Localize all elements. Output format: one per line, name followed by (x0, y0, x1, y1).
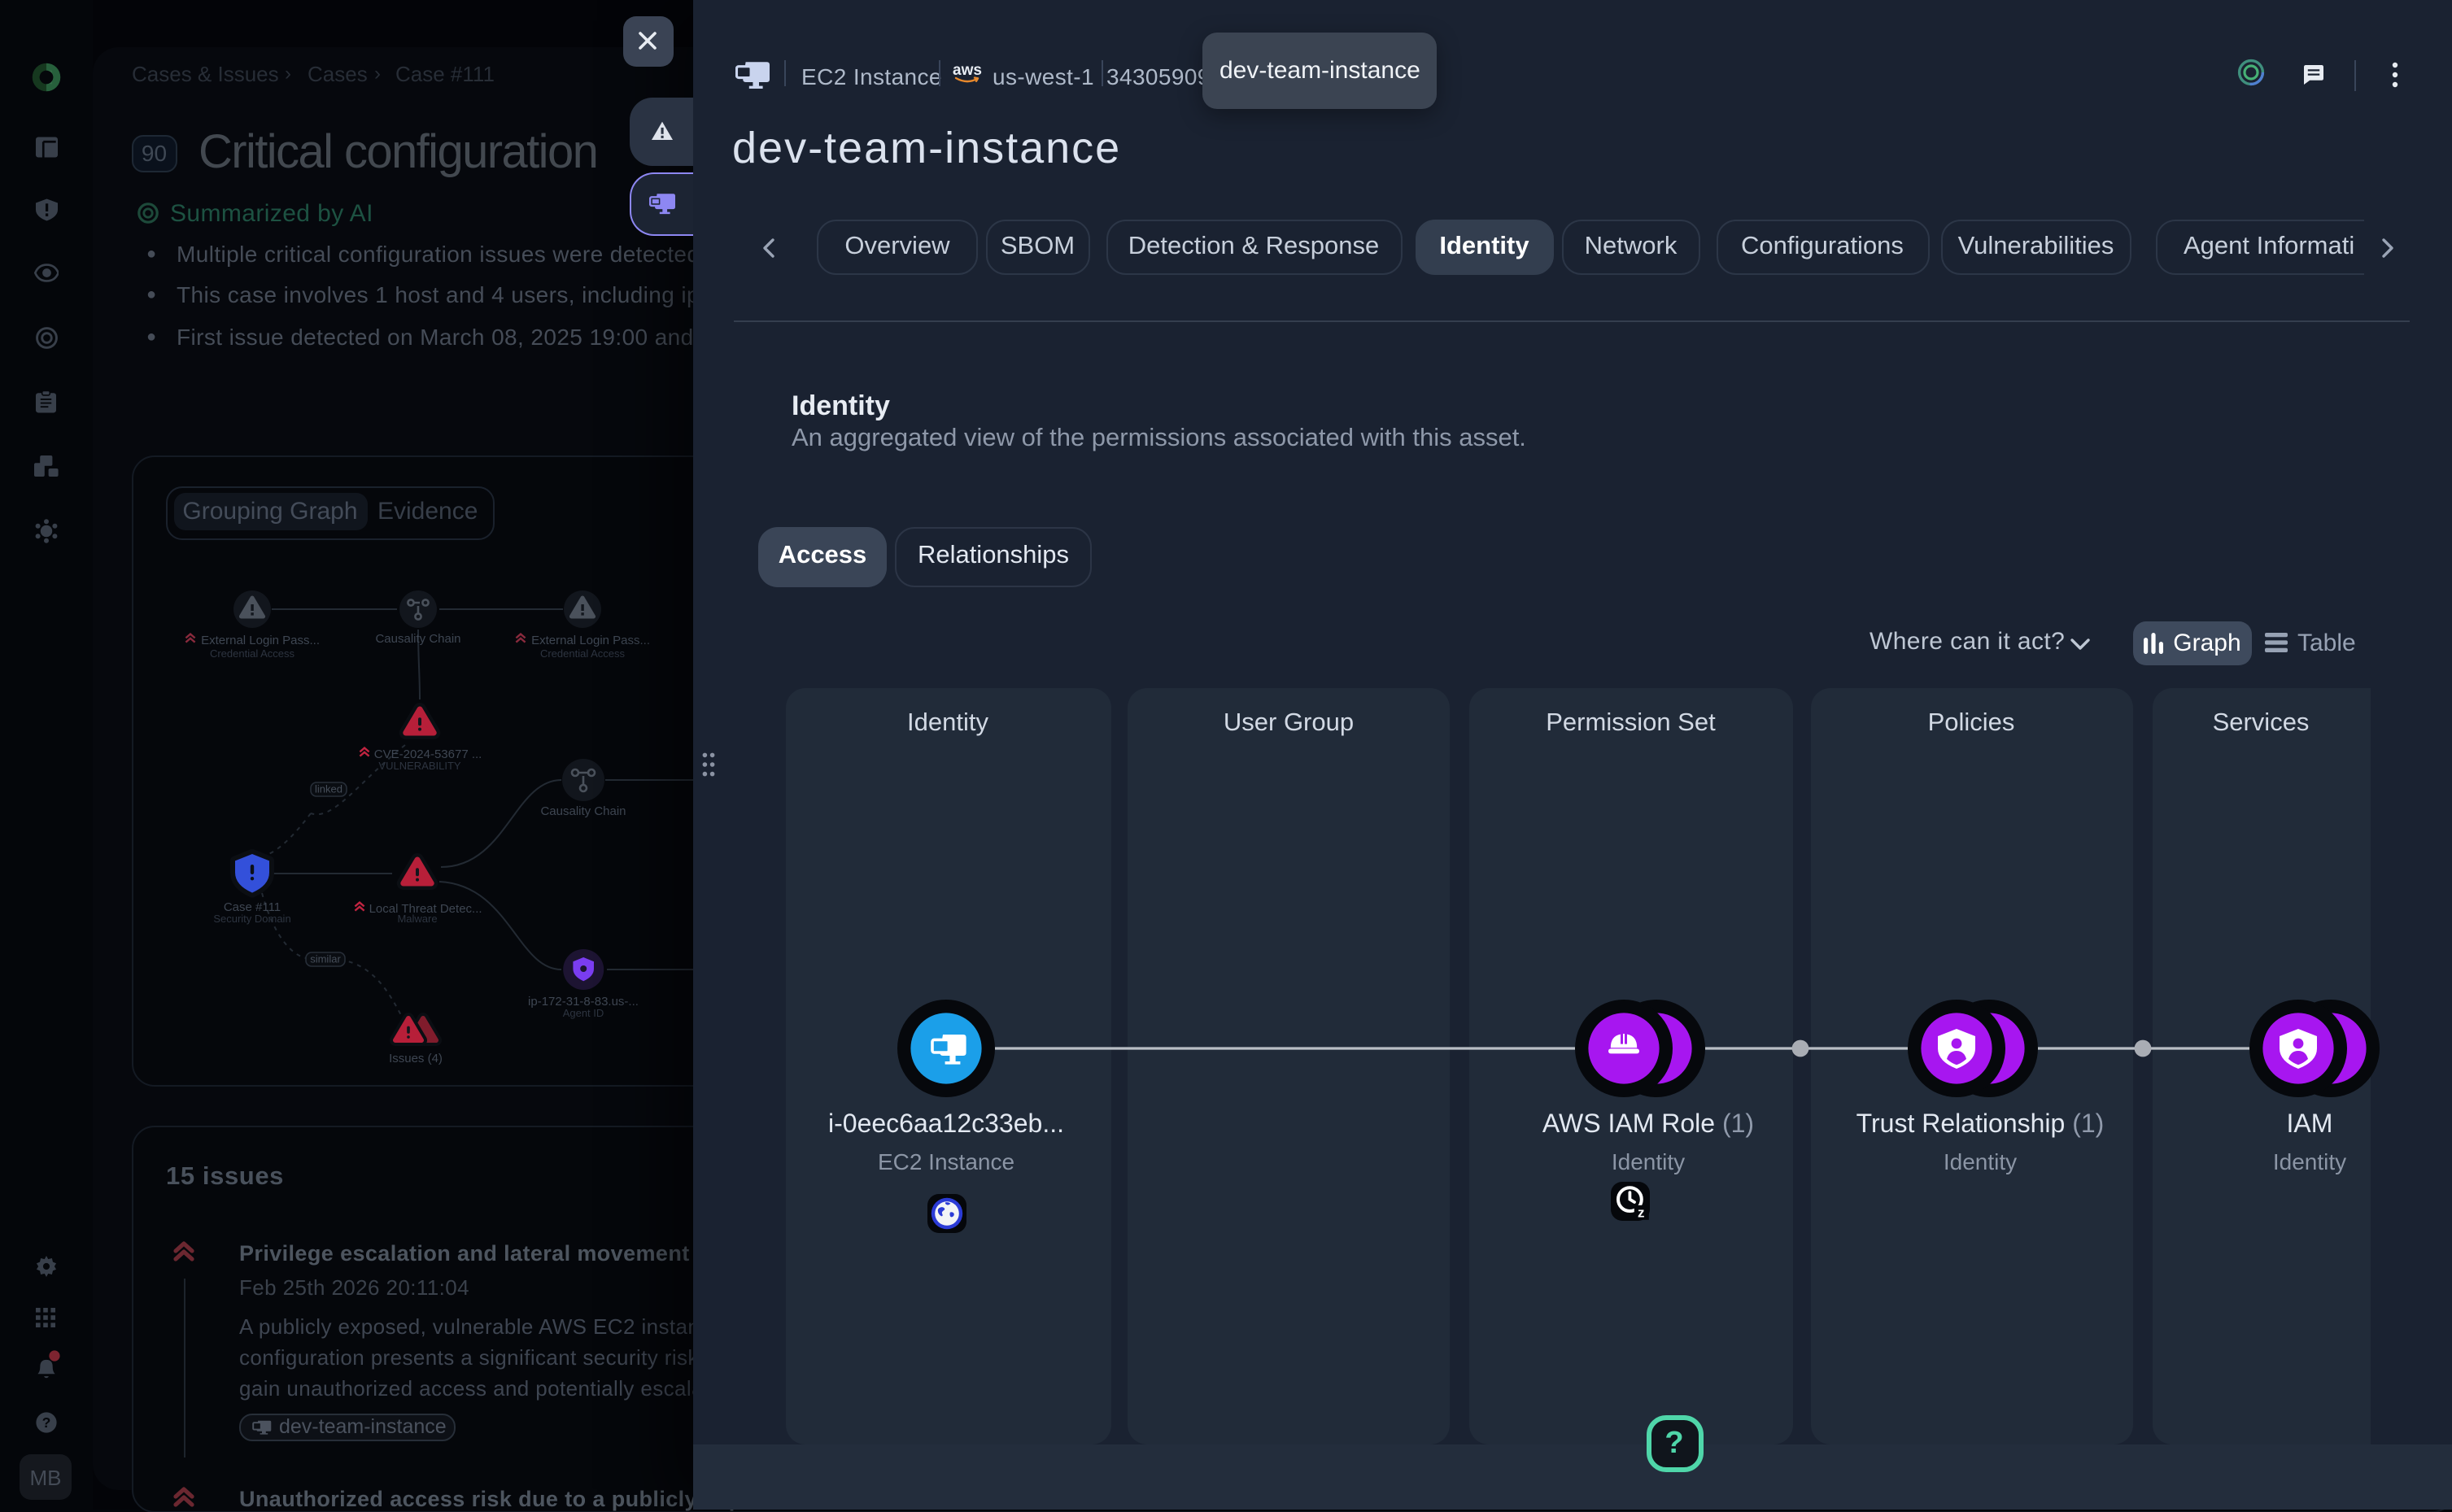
svg-text:?: ? (42, 1414, 51, 1430)
svg-text:similar: similar (310, 953, 341, 965)
svg-text:linked: linked (315, 783, 342, 795)
svg-text:aws: aws (953, 62, 982, 79)
svg-text:z: z (1638, 1205, 1645, 1221)
